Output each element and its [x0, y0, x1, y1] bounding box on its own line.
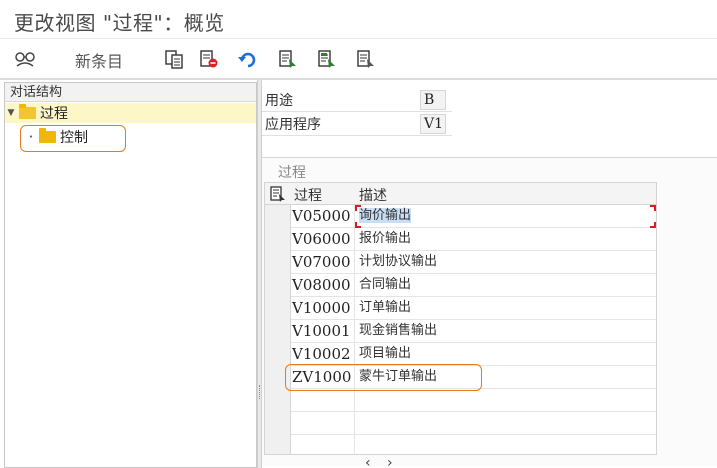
delete-icon[interactable]: [198, 47, 220, 71]
select-block-icon[interactable]: [316, 47, 338, 71]
splitter-grip[interactable]: [259, 385, 261, 399]
new-entries-button[interactable]: 新条目: [75, 48, 123, 72]
table-row[interactable]: V05000 询价输出: [291, 205, 656, 228]
field-divider: [262, 111, 452, 112]
process-table: 过程 描述 V05000 询价输出 V06000 报价输出 V07000 计划协…: [264, 182, 657, 455]
description-cell[interactable]: [356, 435, 656, 457]
field-usage: 用途 B: [262, 89, 452, 110]
process-cell[interactable]: [291, 435, 355, 454]
row-selector-column[interactable]: [265, 205, 291, 454]
column-header-description[interactable]: 描述: [359, 185, 387, 205]
description-cell[interactable]: [356, 412, 656, 434]
table-row[interactable]: V06000 报价输出: [291, 228, 656, 251]
table-row-empty[interactable]: [291, 435, 656, 454]
chevron-down-icon[interactable]: ▼: [5, 108, 17, 118]
table-row[interactable]: V08000 合同输出: [291, 274, 656, 297]
description-cell[interactable]: 计划协议输出: [356, 251, 656, 273]
process-cell[interactable]: [291, 389, 355, 411]
field-label: 用途: [265, 92, 293, 109]
focus-marker: [355, 222, 361, 228]
focus-marker: [650, 205, 656, 211]
process-cell[interactable]: V10001: [291, 320, 355, 342]
deselect-all-icon[interactable]: [355, 47, 377, 71]
description-cell[interactable]: 现金销售输出: [356, 320, 656, 342]
detail-pane: 用途 B 应用程序 V1 过程 过程 描述 V05000 询价输出 V06000…: [262, 80, 717, 468]
field-divider: [262, 135, 452, 136]
focus-marker: [355, 205, 361, 211]
process-cell[interactable]: V05000: [291, 205, 355, 227]
table-row-empty[interactable]: [291, 389, 656, 412]
description-cell[interactable]: 项目输出: [356, 343, 656, 365]
page-title: 更改视图 "过程"：概览: [14, 11, 225, 35]
annotation-highlight: [20, 125, 126, 152]
process-cell[interactable]: V10002: [291, 343, 355, 365]
description-cell[interactable]: 合同输出: [356, 274, 656, 296]
table-row[interactable]: V10001 现金销售输出: [291, 320, 656, 343]
description-cell[interactable]: [356, 389, 656, 411]
process-cell[interactable]: [291, 412, 355, 434]
column-header-process[interactable]: 过程: [294, 185, 322, 205]
group-title: 过程: [278, 165, 306, 181]
table-row[interactable]: V10000 订单输出: [291, 297, 656, 320]
dialog-structure-header: 对话结构: [5, 83, 256, 102]
tree-item-process[interactable]: ▼ 过程: [5, 103, 256, 123]
description-cell[interactable]: 询价输出: [356, 205, 656, 227]
table-row[interactable]: V07000 计划协议输出: [291, 251, 656, 274]
table-scroll-arrows[interactable]: ‹ ›: [365, 455, 399, 468]
select-all-icon[interactable]: [277, 47, 299, 71]
usage-value-field: B: [420, 89, 446, 110]
application-toolbar: 新条目: [0, 38, 717, 78]
field-application: 应用程序 V1: [262, 113, 452, 134]
process-cell[interactable]: V07000: [291, 251, 355, 273]
glasses-toggle-icon[interactable]: [12, 47, 38, 71]
process-cell[interactable]: V06000: [291, 228, 355, 250]
field-label: 应用程序: [265, 116, 321, 133]
undo-icon[interactable]: [236, 47, 258, 71]
selected-text: 询价输出: [359, 208, 412, 223]
title-bar: 更改视图 "过程"：概览: [0, 0, 717, 38]
process-cell[interactable]: V10000: [291, 297, 355, 319]
focus-marker: [650, 222, 656, 228]
folder-open-icon: [19, 104, 36, 119]
table-row-empty[interactable]: [291, 412, 656, 435]
table-header: 过程 描述: [265, 183, 656, 205]
description-cell[interactable]: 订单输出: [356, 297, 656, 319]
copy-icon[interactable]: [163, 47, 185, 71]
process-cell[interactable]: V08000: [291, 274, 355, 296]
application-value-field: V1: [420, 113, 446, 134]
annotation-highlight: [285, 364, 482, 391]
column-settings-icon[interactable]: [270, 186, 286, 206]
tree-item-label: 过程: [40, 106, 68, 122]
description-cell[interactable]: 报价输出: [356, 228, 656, 250]
table-row[interactable]: V10002 项目输出: [291, 343, 656, 366]
